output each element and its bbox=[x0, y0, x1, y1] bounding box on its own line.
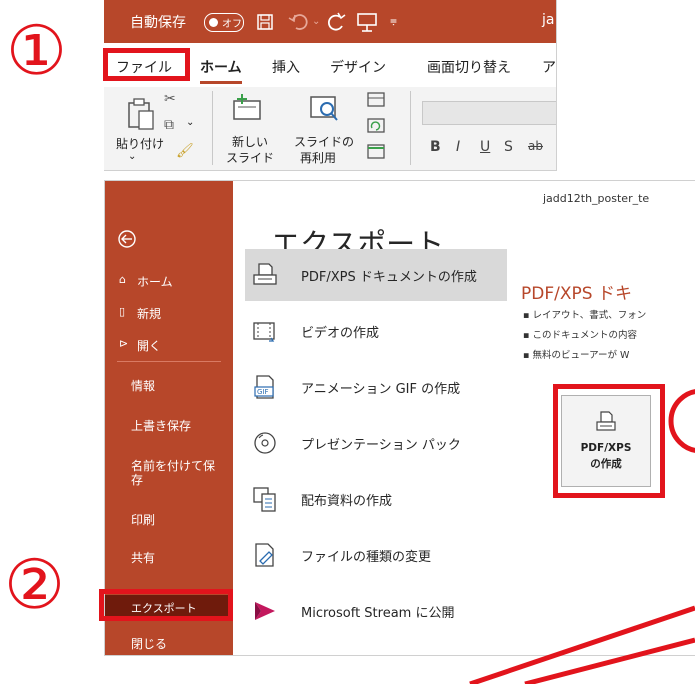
annotation-line bbox=[524, 637, 695, 684]
annotation-line bbox=[469, 605, 695, 684]
annotation-lines bbox=[469, 605, 695, 684]
